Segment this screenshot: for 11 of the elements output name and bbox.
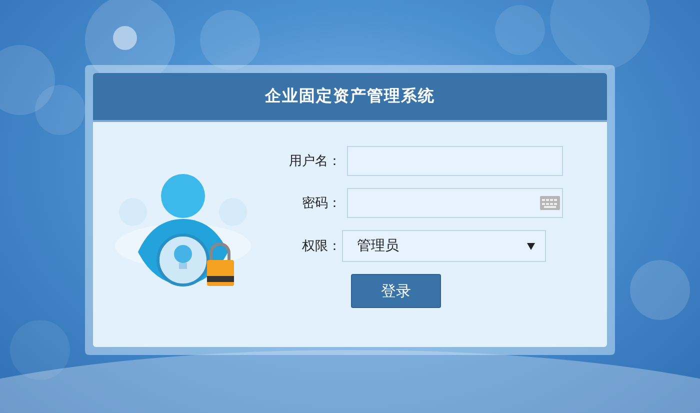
login-button[interactable]: 登录 <box>351 274 441 308</box>
field-label: 密码： <box>301 195 341 212</box>
window-title: 企业固定资产管理系统 <box>265 86 435 107</box>
username-field[interactable] <box>347 146 563 176</box>
keyboard-icon[interactable] <box>540 196 560 210</box>
field-label: 用户名： <box>288 153 341 170</box>
password-field[interactable] <box>347 188 563 218</box>
caret-icon <box>527 242 535 250</box>
role-value: 管理员 <box>357 237 399 255</box>
field-label: 权限： <box>301 238 341 255</box>
role-dropdown[interactable]: 管理员 <box>342 230 546 262</box>
